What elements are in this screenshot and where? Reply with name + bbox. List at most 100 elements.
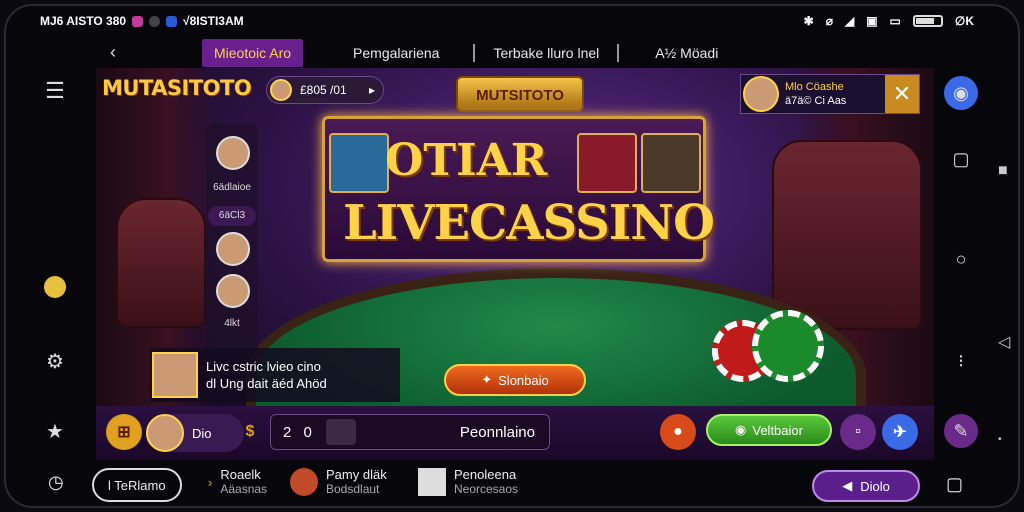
bottom-item-3-sub: Neorcesaos (454, 482, 519, 496)
play-icon: ◀ (842, 478, 853, 493)
star-icon[interactable]: ★ (40, 416, 70, 446)
share-icon[interactable]: ✈ (882, 414, 918, 450)
promo-title: Mlo Cöashe (785, 81, 844, 93)
system-nav: ■ ◁ • (994, 156, 1018, 456)
confirm-label: Veltbaior (752, 422, 803, 438)
tab-divider (473, 44, 476, 62)
bottom-item-3[interactable]: Penoleena Neorcesaos (418, 468, 518, 496)
player-label: 6äCl3 (208, 206, 256, 226)
player-list: 6ädlaioe 6äCl3 4lkt (206, 124, 258, 354)
left-rail: ☰ ⚙ ★ (6, 68, 96, 460)
handle-icon: • (998, 434, 1002, 445)
tile-dealer (641, 133, 701, 193)
control-bar: ⊞ Dio $ 2 0 Peonnlaino ● ◉ Veltbaior ▫ ✈ (96, 406, 934, 460)
right-rail: ◉ ▢ ○ ⁝ ✎ (934, 68, 994, 460)
back-chevron-icon[interactable]: ‹ (110, 42, 116, 63)
message-icon (166, 15, 178, 27)
promo-sub: ä7ä© Ci Aas (785, 95, 847, 107)
location-icon[interactable]: ◉ (944, 76, 978, 110)
clock-icon[interactable]: ◷ (48, 472, 64, 493)
cards-icon: ✦ (481, 372, 493, 387)
chat-line-2: dl Ung dait äéd Ahöd (206, 376, 327, 391)
player-label: 6ädlaioe (213, 182, 251, 193)
coin-icon[interactable]: ⊞ (106, 414, 142, 450)
tab-1[interactable]: Mieotoic Aro (202, 39, 304, 67)
avatar (146, 414, 184, 452)
bottom-item-2[interactable]: Pamy dläk Bodsdlaut (290, 468, 387, 496)
chat-card[interactable]: Livc cstric lvieo cino dl Ung dait äéd A… (150, 348, 400, 402)
confirm-button[interactable]: ◉ Veltbaior (706, 414, 832, 446)
dollar-icon[interactable]: $ (232, 414, 268, 450)
arrow-icon: › (208, 474, 213, 490)
promo-avatar (743, 76, 779, 112)
send-icon[interactable]: ✎ (944, 414, 978, 448)
dealer-chair (772, 140, 922, 330)
tab-4[interactable]: A½ Möadi (643, 39, 730, 67)
app-notification-icon (132, 15, 144, 27)
bet-amount: 2 0 (283, 423, 316, 441)
bottom-nav: ◷ l TeRlamo › Roaelk Aäasnas Pamy dläk B… (6, 462, 1018, 506)
gear-icon[interactable]: ⚙ (40, 346, 70, 376)
search-icon[interactable]: ○ (946, 244, 976, 274)
chat-avatar (152, 352, 198, 398)
marquee-title-1: OTIAR (385, 135, 548, 186)
bottom-item-3-title: Penoleena (454, 467, 517, 482)
chip-icon[interactable] (40, 272, 70, 302)
bottom-action-label: Diolo (860, 478, 890, 494)
bluetooth-icon: ✱ (803, 14, 814, 28)
chat-icon[interactable]: ▫ (840, 414, 876, 450)
navigation-icon: ◢ (844, 14, 855, 28)
square-icon[interactable]: ▢ (946, 144, 976, 174)
back-icon[interactable]: ◁ (998, 332, 1010, 352)
bottom-item-1-sub: Aäasnas (220, 482, 268, 496)
sync-icon (149, 15, 161, 27)
tab-divider (617, 44, 620, 62)
square-icon[interactable]: ▢ (946, 474, 963, 495)
bottom-action-button[interactable]: ◀ Diolo (812, 470, 920, 502)
status-bar: MJ6 AISTO 380 √8ISTI3AM ✱ ⌀ ◢ ▣ ▭ ∅K (6, 6, 1018, 36)
header-badge: MUTSITOTO (456, 76, 584, 112)
player-avatar[interactable] (216, 232, 250, 266)
amount-label: Peonnlaino (459, 423, 535, 441)
mute-icon: ⌀ (825, 14, 833, 28)
app-logo: MUTASITOTO (102, 76, 252, 100)
tab-2[interactable]: Pemgalariena (341, 39, 451, 67)
player-avatar[interactable] (216, 136, 250, 170)
status-time: MJ6 AISTO 380 (40, 14, 127, 28)
lounge-chair (116, 198, 206, 328)
sync-status-icon: ▣ (866, 14, 878, 28)
bar-icon (325, 419, 356, 445)
phone-frame: MJ6 AISTO 380 √8ISTI3AM ✱ ⌀ ◢ ▣ ▭ ∅K ‹ M… (4, 4, 1020, 508)
bet-pill[interactable]: Dio (146, 414, 244, 452)
bet-label: Dio (192, 425, 212, 441)
bottom-item-1[interactable]: › Roaelk Aäasnas (208, 468, 268, 497)
tile-rooster (577, 133, 637, 193)
promo-card[interactable]: Mlo Cöashe ä7ä© Ci Aas ✕ (740, 74, 920, 114)
bottom-pill[interactable]: l TeRlamo (92, 468, 182, 502)
cards-icon (418, 468, 446, 496)
close-icon[interactable]: ✕ (885, 75, 919, 113)
spin-label: Slonbaio (498, 372, 549, 388)
bottom-item-2-sub: Bodsdlaut (326, 482, 380, 496)
menu-icon[interactable]: ☰ (40, 76, 70, 106)
balance-pill[interactable]: £805 /01 ▸ (266, 76, 384, 104)
bottom-item-2-title: Pamy dläk (326, 467, 387, 482)
game-stage: MUTASITOTO £805 /01 ▸ MUTSITOTO OTIAR LI… (96, 68, 934, 460)
record-icon[interactable]: ● (660, 414, 696, 450)
avatar (270, 79, 292, 101)
chip-icon: ◉ (735, 422, 747, 437)
player-avatar[interactable] (216, 274, 250, 308)
battery-text: ∅K (954, 14, 974, 28)
top-tab-bar: Mieotoic Aro Pemgalariena Terbake lluro … (202, 38, 902, 68)
balance-text: £805 /01 (300, 83, 347, 97)
spin-button[interactable]: ✦ Slonbaio (444, 364, 586, 396)
more-icon[interactable]: ⁝ (946, 346, 976, 376)
bet-amount-input[interactable]: 2 0 Peonnlaino (270, 414, 550, 450)
status-info: √8ISTI3AM (183, 14, 244, 28)
tab-3[interactable]: Terbake lluro lnel (481, 39, 611, 67)
recents-icon[interactable]: ■ (998, 162, 1008, 180)
bottom-pill-label: l TeRlamo (92, 468, 182, 502)
screen-icon: ▭ (889, 14, 901, 28)
play-icon: ▸ (368, 83, 375, 97)
chips-icon (290, 468, 318, 496)
